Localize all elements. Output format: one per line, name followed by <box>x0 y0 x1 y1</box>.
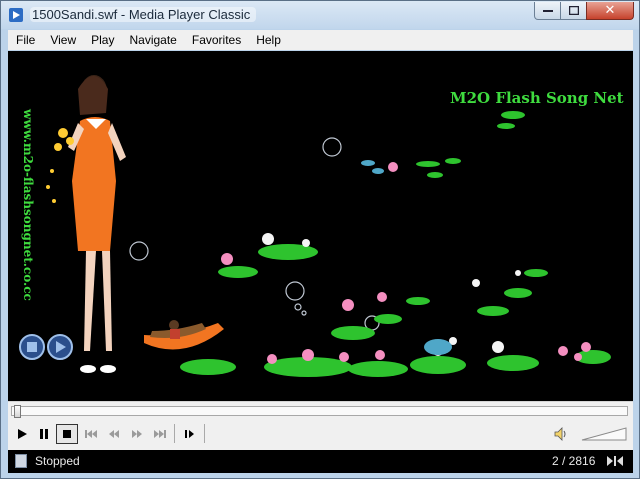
skip-back-icon <box>85 430 97 438</box>
window-title: 1500Sandi.swf - Media Player Classic <box>30 7 257 22</box>
menu-play[interactable]: Play <box>83 33 121 47</box>
pause-icon <box>40 429 48 439</box>
media-player-app-icon[interactable] <box>9 8 23 22</box>
skip-forward-icon <box>154 430 166 438</box>
play-icon <box>18 429 27 439</box>
rewind-button[interactable] <box>103 424 125 444</box>
play-button[interactable] <box>11 424 33 444</box>
playback-mode-icon <box>607 456 623 466</box>
menu-help[interactable]: Help <box>248 33 288 47</box>
rewind-icon <box>109 430 119 438</box>
control-separator <box>174 424 175 443</box>
skip-forward-button[interactable] <box>149 424 171 444</box>
minimize-icon <box>542 9 553 12</box>
artwork-round-buttons <box>19 334 73 360</box>
frame-position: 2 / 2816 <box>552 454 596 468</box>
flash-animation-frame: M2O Flash Song Net www.m2o-flashsongnet.… <box>19 75 624 377</box>
media-player-window: 1500Sandi.swf - Media Player Classic ✕ F… <box>0 0 640 479</box>
frame-step-icon <box>185 430 194 438</box>
playback-status: Stopped <box>35 454 80 468</box>
boat-figure <box>144 320 224 350</box>
status-bar: Stopped 2 / 2816 <box>8 450 633 473</box>
maximize-button[interactable] <box>560 2 587 20</box>
skip-back-button[interactable] <box>80 424 102 444</box>
yellow-flower-cluster <box>46 128 74 203</box>
seek-thumb[interactable] <box>14 405 21 418</box>
woman-figure <box>68 75 126 373</box>
close-icon: ✕ <box>604 3 616 18</box>
vertical-url-text: www.m2o-flashsongnet.co.cc <box>21 108 35 301</box>
menu-file[interactable]: File <box>8 33 42 47</box>
menu-favorites[interactable]: Favorites <box>184 33 248 47</box>
frame-step-button[interactable] <box>179 424 201 444</box>
playback-controls <box>8 401 633 450</box>
seek-bar[interactable] <box>11 405 628 418</box>
menu-bar: File View Play Navigate Favorites Help <box>8 30 633 50</box>
menu-view[interactable]: View <box>42 33 83 47</box>
stop-button[interactable] <box>56 424 78 444</box>
pause-button[interactable] <box>33 424 55 444</box>
volume-icon[interactable] <box>553 426 569 442</box>
minimize-button[interactable] <box>534 2 561 20</box>
status-document-icon <box>15 454 27 468</box>
menu-navigate[interactable]: Navigate <box>121 33 183 47</box>
blue-flowers <box>361 160 452 355</box>
bubbles <box>129 137 380 331</box>
lily-pads <box>180 111 611 377</box>
fast-forward-button[interactable] <box>126 424 148 444</box>
volume-slider[interactable] <box>580 424 628 442</box>
control-separator <box>204 424 205 443</box>
brand-title-text: M2O Flash Song Net <box>450 89 624 107</box>
maximize-icon <box>568 6 579 15</box>
video-display[interactable]: M2O Flash Song Net www.m2o-flashsongnet.… <box>8 51 633 401</box>
close-button[interactable]: ✕ <box>586 2 634 20</box>
lotus-flowers <box>221 162 591 364</box>
fast-forward-icon <box>132 430 142 438</box>
title-bar[interactable]: 1500Sandi.swf - Media Player Classic ✕ <box>1 1 639 29</box>
stop-icon <box>63 430 71 438</box>
